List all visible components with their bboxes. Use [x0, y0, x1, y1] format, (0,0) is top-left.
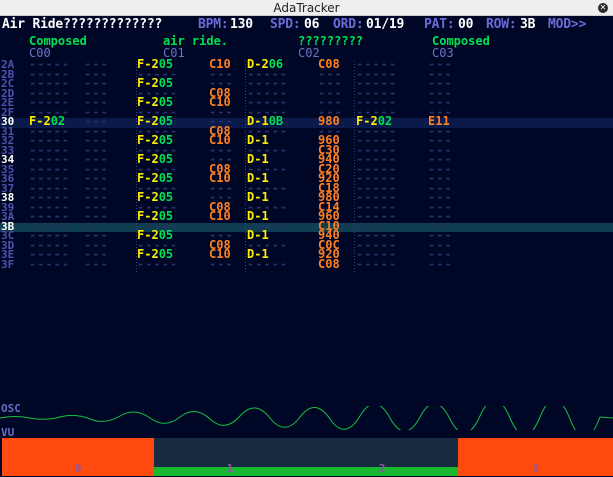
close-icon[interactable]: ✕ [598, 3, 608, 13]
pattern-row[interactable]: 3F ----- --- ----- --- ----- C08 ----- --- [0, 257, 613, 271]
note-cell[interactable]: ----- [356, 258, 397, 270]
pat-value[interactable]: 00 [458, 16, 473, 33]
effect-cell[interactable]: --- [428, 258, 453, 270]
note-cell[interactable]: ----- [247, 258, 288, 270]
channel-2-code: C02 [298, 46, 320, 60]
bpm-value[interactable]: 130 [230, 16, 253, 33]
bpm-label: BPM: [198, 17, 229, 32]
vu-meter-1: 1 [154, 438, 306, 476]
ord-value[interactable]: 01/19 [366, 16, 404, 33]
vu-channel-number: 0 [74, 462, 82, 475]
window-title: AdaTracker [273, 1, 340, 15]
effect-cell[interactable]: --- [209, 258, 234, 270]
vu-meter-3: 3 [458, 438, 613, 476]
ord-label: ORD: [333, 17, 364, 32]
vu-meter-0: 0 [2, 438, 154, 476]
pat-label: PAT: [424, 17, 455, 32]
row-label: ROW: [486, 17, 517, 32]
vu-meter-2: 2 [306, 438, 458, 476]
effect-cell[interactable]: --- [84, 258, 109, 270]
window-titlebar: AdaTracker ✕ [0, 0, 613, 16]
oscilloscope [0, 406, 613, 430]
spd-label: SPD: [270, 17, 301, 32]
oscilloscope-wave [0, 406, 613, 430]
effect-cell[interactable]: C08 [318, 258, 340, 270]
song-title[interactable]: Air Ride????????????? [2, 16, 162, 33]
status-bar: Air Ride????????????? BPM: 130 SPD: 06 O… [0, 16, 613, 33]
vu-channel-number: 2 [378, 462, 386, 475]
vu-channel-number: 3 [532, 462, 539, 475]
vu-channel-number: 1 [226, 462, 234, 475]
mod-label[interactable]: MOD>> [548, 16, 586, 33]
row-value[interactable]: 3B [520, 16, 535, 33]
note-cell[interactable]: ----- [29, 258, 70, 270]
channel-separator [245, 61, 246, 273]
spd-value[interactable]: 06 [304, 16, 319, 33]
pattern-grid[interactable]: 2A ----- --- F-205 C10 D-206 C08 ----- --- 2B ----… [0, 58, 613, 273]
channel-separator [136, 61, 137, 273]
row-number: 3F [1, 257, 15, 271]
note-cell[interactable]: ----- [137, 258, 178, 270]
channel-separator [354, 61, 355, 273]
